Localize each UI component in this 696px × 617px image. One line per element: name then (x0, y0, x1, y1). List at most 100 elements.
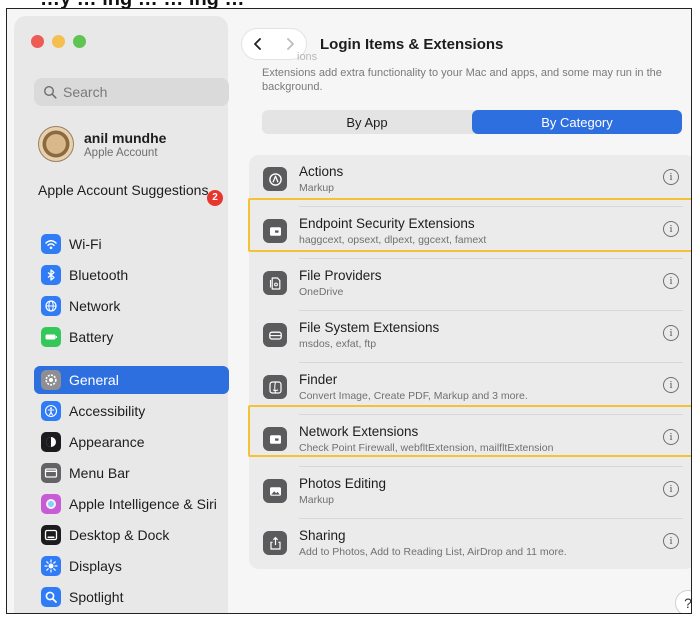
menu-bar-icon (41, 463, 61, 483)
description: Extensions add extra functionality to yo… (262, 67, 662, 93)
view-segmented-control: By App By Category (262, 110, 682, 134)
wifi-icon (41, 234, 61, 254)
row-title: Photos Editing (299, 476, 387, 491)
sidebar-item-appearance[interactable]: Appearance (34, 428, 229, 456)
row-subtitle: Markup (299, 182, 335, 194)
drive-icon (263, 323, 287, 347)
row-title: Network Extensions (299, 424, 419, 439)
sidebar-item-desktop-dock[interactable]: Desktop & Dock (34, 521, 229, 549)
row-subtitle: msdos, exfat, ftp (299, 338, 377, 350)
sidebar-item-label: Displays (69, 558, 122, 574)
sidebar-item-label: Accessibility (69, 403, 146, 419)
accessibility-icon (41, 401, 61, 421)
sidebar-item-wi-fi[interactable]: Wi-Fi (34, 230, 229, 258)
siri-icon (41, 494, 61, 514)
sidebar-item-network[interactable]: Network (34, 292, 229, 320)
forward-arrow-icon[interactable] (283, 37, 297, 51)
globe-icon (41, 296, 61, 316)
apple-account[interactable]: anil mundhe Apple Account (38, 126, 166, 162)
dock-icon (41, 525, 61, 545)
sidebar-item-label: Network (69, 298, 121, 314)
notification-badge: 2 (207, 190, 223, 206)
sidebar-item-spotlight[interactable]: Spotlight (34, 583, 229, 611)
help-button[interactable]: ? (676, 591, 691, 613)
list-item[interactable]: Actions Markup i (249, 155, 691, 207)
info-button[interactable]: i (663, 533, 679, 549)
row-title: File Providers (299, 268, 382, 283)
account-suggestions[interactable]: Apple Account Suggestions (38, 182, 228, 199)
segment-by-app[interactable]: By App (262, 110, 472, 134)
avatar (38, 126, 74, 162)
appearance-icon (41, 432, 61, 452)
list-item[interactable]: File Providers OneDrive i (249, 259, 691, 311)
sidebar-item-label: Desktop & Dock (69, 527, 170, 543)
minimize-button[interactable] (52, 35, 65, 48)
settings-window: Search anil mundhe Apple Account Apple A… (6, 8, 692, 614)
battery-icon (41, 327, 61, 347)
info-button[interactable]: i (663, 325, 679, 341)
sidebar-item-displays[interactable]: Displays (34, 552, 229, 580)
row-title: Endpoint Security Extensions (299, 216, 475, 231)
sidebar-item-label: General (69, 372, 119, 388)
sidebar-item-battery[interactable]: Battery (34, 323, 229, 351)
list-item[interactable]: Photos Editing Markup i (249, 467, 691, 519)
account-subtitle: Apple Account (84, 146, 158, 159)
row-subtitle: Markup (299, 494, 335, 506)
extension-icon (263, 427, 287, 451)
sidebar-item-label: Appearance (69, 434, 145, 450)
window-controls (31, 35, 86, 48)
share-icon (263, 531, 287, 555)
sidebar-item-label: Bluetooth (69, 267, 129, 283)
bluetooth-icon (41, 265, 61, 285)
extension-category-list: Actions Markup i Endpoint Security Extensio… (249, 155, 691, 571)
photo-icon (263, 479, 287, 503)
zoom-button[interactable] (73, 35, 86, 48)
gear-icon (41, 370, 61, 390)
sidebar-item-label: Apple Intelligence & Siri (69, 496, 217, 512)
list-item[interactable]: Sharing Add to Photos, Add to Reading Lis… (249, 519, 691, 571)
sidebar-item-label: Wi-Fi (69, 236, 102, 252)
sidebar: Search anil mundhe Apple Account Apple A… (14, 16, 229, 613)
info-button[interactable]: i (663, 481, 679, 497)
list-item[interactable]: Endpoint Security Extensions haggcext, op… (249, 207, 691, 259)
sidebar-item-apple-intelligence-siri[interactable]: Apple Intelligence & Siri (34, 490, 229, 518)
row-title: Sharing (299, 528, 346, 543)
ghost-subtitle: ions (297, 51, 318, 63)
row-title: File System Extensions (299, 320, 440, 335)
list-item[interactable]: File System Extensions msdos, exfat, ftp i (249, 311, 691, 363)
sidebar-item-bluetooth[interactable]: Bluetooth (34, 261, 229, 289)
info-button[interactable]: i (663, 273, 679, 289)
row-title: Actions (299, 164, 344, 179)
info-button[interactable]: i (663, 169, 679, 185)
segment-by-category[interactable]: By Category (472, 110, 682, 134)
actions-icon (263, 167, 287, 191)
list-item[interactable]: Network Extensions Check Point Firewall, … (249, 415, 691, 467)
sidebar-item-label: Spotlight (69, 589, 124, 605)
magnifier-icon (41, 587, 61, 607)
info-button[interactable]: i (663, 429, 679, 445)
sidebar-item-accessibility[interactable]: Accessibility (34, 397, 229, 425)
row-title: Finder (299, 372, 338, 387)
sidebar-item-general[interactable]: General (34, 366, 229, 394)
list-item[interactable]: Finder Convert Image, Create PDF, Markup … (249, 363, 691, 415)
row-subtitle: Add to Photos, Add to Reading List, AirD… (299, 546, 567, 558)
search-input[interactable]: Search (34, 78, 229, 106)
account-name: anil mundhe (84, 129, 167, 146)
close-button[interactable] (31, 35, 44, 48)
back-arrow-icon[interactable] (251, 37, 265, 51)
sun-icon (41, 556, 61, 576)
row-subtitle: Convert Image, Create PDF, Markup and 3 … (299, 390, 528, 402)
info-button[interactable]: i (663, 221, 679, 237)
info-button[interactable]: i (663, 377, 679, 393)
search-placeholder: Search (63, 84, 108, 100)
sidebar-item-label: Menu Bar (69, 465, 130, 481)
finder-icon (263, 375, 287, 399)
extension-icon (263, 219, 287, 243)
page-title: Login Items & Extensions (320, 36, 504, 53)
row-subtitle: haggcext, opsext, dlpext, ggcext, famext (299, 234, 487, 246)
row-subtitle: Check Point Firewall, webfltExtension, m… (299, 442, 554, 454)
file-provider-icon (263, 271, 287, 295)
sidebar-item-menu-bar[interactable]: Menu Bar (34, 459, 229, 487)
search-icon (43, 85, 57, 99)
row-subtitle: OneDrive (299, 286, 344, 298)
